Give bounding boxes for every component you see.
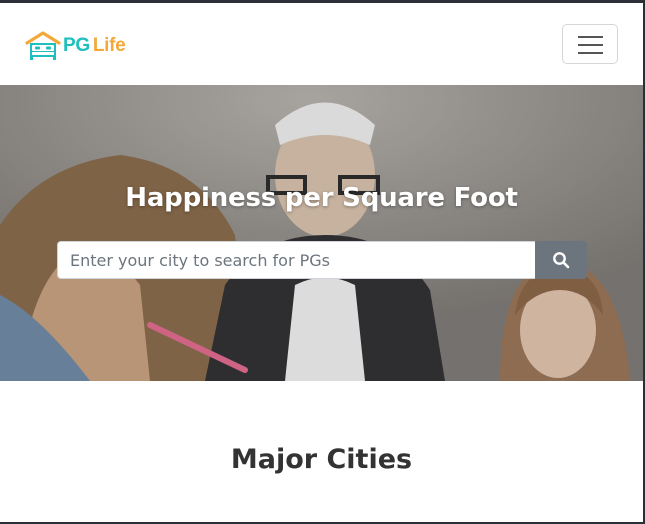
hero-overlay <box>0 85 643 381</box>
app-window: PG Life Happiness per Square Foot Enter … <box>0 3 643 522</box>
house-logo-icon <box>25 31 61 60</box>
hero-banner: Happiness per Square Foot <box>0 85 643 381</box>
city-search-input[interactable] <box>57 241 535 279</box>
brand-logo[interactable]: PG Life <box>24 29 126 63</box>
hamburger-menu-icon-bar <box>578 52 603 54</box>
brand-name: PG Life <box>63 35 126 57</box>
navbar: PG Life <box>0 3 643 85</box>
hero-title: Happiness per Square Foot <box>125 183 518 213</box>
hamburger-menu-icon-bar <box>578 44 603 46</box>
search-button[interactable] <box>535 241 587 279</box>
city-search-form <box>57 241 587 279</box>
hamburger-menu-button[interactable] <box>562 24 618 64</box>
hamburger-menu-icon-bar <box>578 36 603 38</box>
brand-name-primary: PG <box>63 35 90 56</box>
brand-name-secondary: Life <box>92 35 126 56</box>
major-cities-heading: Major Cities <box>230 444 413 475</box>
search-icon <box>553 252 570 269</box>
